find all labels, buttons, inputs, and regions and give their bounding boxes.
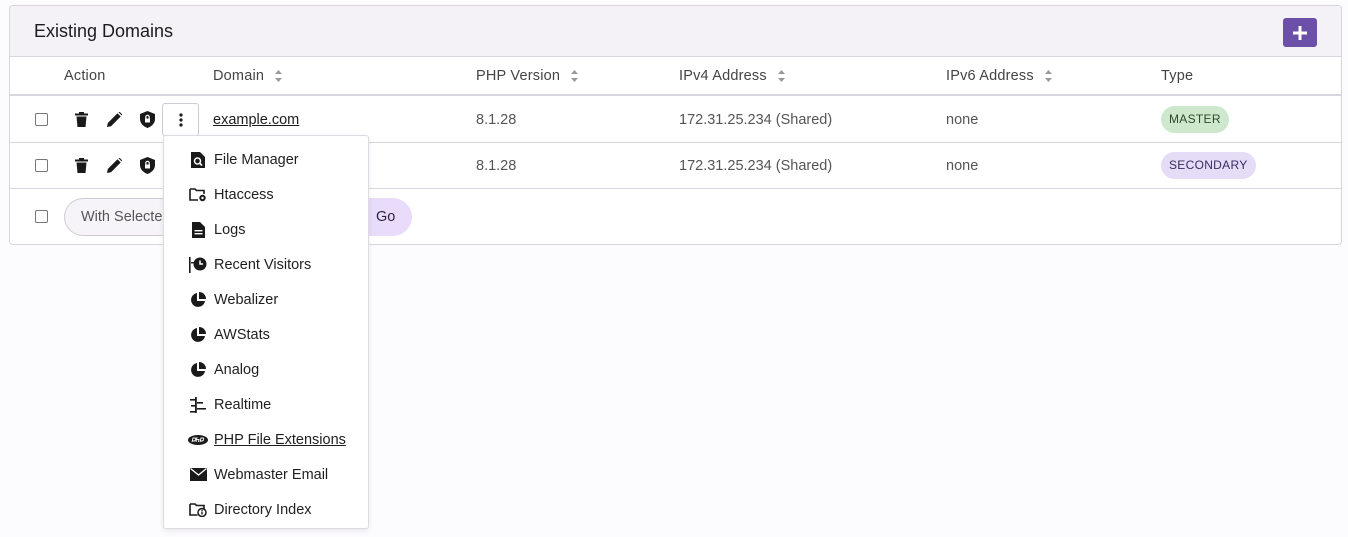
document-icon xyxy=(189,221,207,239)
sort-icon xyxy=(570,69,579,83)
menu-item-recent-visitors[interactable]: Recent Visitors xyxy=(164,247,368,282)
pencil-icon[interactable] xyxy=(105,110,123,128)
go-button[interactable]: Go xyxy=(362,198,412,236)
menu-item-php-file-extensions[interactable]: PHP File Extensions xyxy=(164,422,368,457)
select-all-checkbox[interactable] xyxy=(35,210,48,223)
row-checkbox[interactable] xyxy=(35,159,48,172)
header-ipv4[interactable]: IPv4 Address xyxy=(679,68,786,84)
header-type-label: Type xyxy=(1161,68,1194,84)
php-version: 8.1.28 xyxy=(476,112,517,128)
php-version: 8.1.28 xyxy=(476,158,517,174)
type-badge: MASTER xyxy=(1161,106,1229,133)
menu-item-label: Logs xyxy=(214,221,246,238)
menu-item-label: Webmaster Email xyxy=(214,466,329,483)
menu-item-label: Realtime xyxy=(214,396,272,413)
ipv4-address: 172.31.25.234 (Shared) xyxy=(679,112,833,128)
table-header: Action Domain PHP Version IPv4 Address I… xyxy=(10,57,1341,96)
menu-item-label: Webalizer xyxy=(214,291,279,308)
shield-lock-icon[interactable] xyxy=(138,110,156,128)
folder-info-icon xyxy=(189,501,207,519)
row-checkbox[interactable] xyxy=(35,113,48,126)
menu-item-awstats[interactable]: AWStats xyxy=(164,317,368,352)
menu-item-label: Directory Index xyxy=(214,501,312,518)
pencil-icon[interactable] xyxy=(105,156,123,174)
ipv4-address: 172.31.25.234 (Shared) xyxy=(679,158,833,174)
menu-item-label: Htaccess xyxy=(214,186,274,203)
sort-icon xyxy=(777,69,786,83)
menu-item-label: AWStats xyxy=(214,326,270,343)
sort-icon xyxy=(1044,69,1053,83)
header-type: Type xyxy=(1161,68,1193,84)
type-badge: SECONDARY xyxy=(1161,152,1256,179)
trash-icon[interactable] xyxy=(72,156,90,174)
folder-gear-icon xyxy=(189,186,207,204)
ipv6-address: none xyxy=(946,112,979,128)
realtime-icon xyxy=(189,396,207,414)
menu-item-webalizer[interactable]: Webalizer xyxy=(164,282,368,317)
menu-item-file-manager[interactable]: File Manager xyxy=(164,142,368,177)
pie-chart-icon xyxy=(189,326,207,344)
menu-item-realtime[interactable]: Realtime xyxy=(164,387,368,422)
shield-lock-icon[interactable] xyxy=(138,156,156,174)
header-ipv6-label: IPv6 Address xyxy=(946,68,1034,84)
more-actions-button[interactable] xyxy=(162,103,199,136)
menu-item-webmaster-email[interactable]: Webmaster Email xyxy=(164,457,368,492)
menu-item-label: PHP File Extensions xyxy=(214,431,346,448)
header-php[interactable]: PHP Version xyxy=(476,68,579,84)
header-domain-label: Domain xyxy=(213,68,265,84)
sort-icon xyxy=(274,69,283,83)
plus-icon xyxy=(1293,25,1307,40)
header-ipv6[interactable]: IPv6 Address xyxy=(946,68,1053,84)
trash-icon[interactable] xyxy=(72,110,90,128)
vertical-dots-icon xyxy=(178,112,183,127)
menu-item-label: Analog xyxy=(214,361,260,378)
domain-link[interactable]: example.com xyxy=(213,112,299,128)
menu-item-htaccess[interactable]: Htaccess xyxy=(164,177,368,212)
menu-item-analog[interactable]: Analog xyxy=(164,352,368,387)
header-php-label: PHP Version xyxy=(476,68,561,84)
menu-item-directory-index[interactable]: Directory Index xyxy=(164,492,368,527)
php-icon xyxy=(187,431,209,449)
pie-chart-icon xyxy=(189,291,207,309)
add-domain-button[interactable] xyxy=(1283,18,1317,47)
header-action: Action xyxy=(64,68,106,84)
pie-chart-icon xyxy=(189,361,207,379)
ipv6-address: none xyxy=(946,158,979,174)
panel-title: Existing Domains xyxy=(34,21,174,41)
header-action-label: Action xyxy=(64,68,106,84)
file-search-icon xyxy=(189,151,207,169)
envelope-icon xyxy=(189,466,207,484)
menu-item-logs[interactable]: Logs xyxy=(164,212,368,247)
panel-header: Existing Domains xyxy=(10,6,1341,57)
header-ipv4-label: IPv4 Address xyxy=(679,68,767,84)
header-domain[interactable]: Domain xyxy=(213,68,283,84)
clock-timeline-icon xyxy=(189,256,207,274)
menu-item-label: File Manager xyxy=(214,151,299,168)
more-actions-menu: File Manager Htaccess Logs Recent Visito… xyxy=(163,135,369,529)
menu-item-label: Recent Visitors xyxy=(214,256,312,273)
